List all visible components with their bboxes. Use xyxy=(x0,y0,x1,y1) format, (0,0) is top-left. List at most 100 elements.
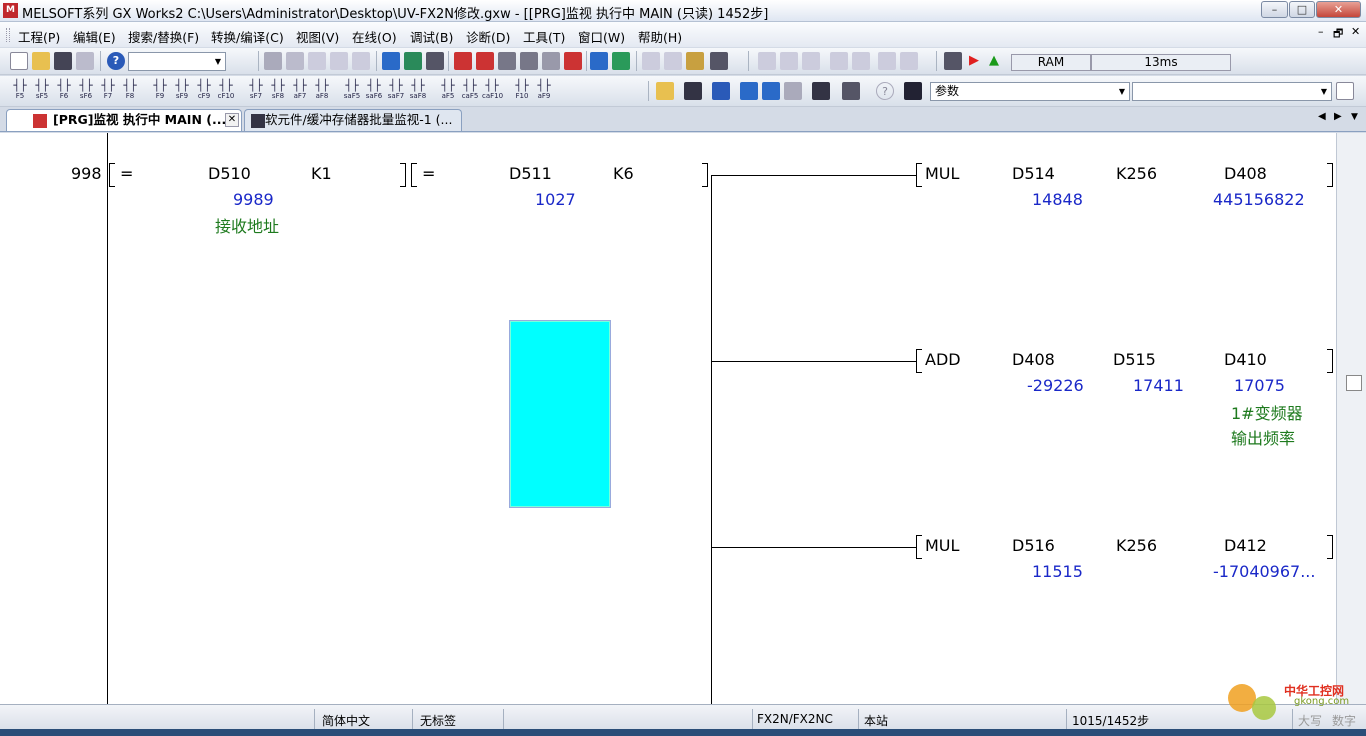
ladder-option2-icon[interactable] xyxy=(900,52,918,70)
menu-online[interactable]: 在线(O) xyxy=(352,27,397,46)
ladder-tool-icon[interactable] xyxy=(852,52,870,70)
close-button[interactable]: ✕ xyxy=(1316,1,1361,18)
instr3-a[interactable]: D516 xyxy=(1012,536,1055,555)
document-icon[interactable] xyxy=(1336,82,1354,100)
binoculars-icon[interactable] xyxy=(904,82,922,100)
mdi-minimize-button[interactable]: – xyxy=(1318,25,1324,38)
ladder-symbol-button[interactable]: ┤├ aF9 xyxy=(534,79,554,100)
chevron-down-icon[interactable]: ▼ xyxy=(1317,83,1331,100)
display-icon[interactable] xyxy=(710,52,728,70)
help-search-combo[interactable]: ▼ xyxy=(128,52,226,71)
contact2-s2[interactable]: K6 xyxy=(613,164,634,183)
ladder-symbol-button[interactable]: ┤├ sF6 xyxy=(76,79,96,100)
run-icon[interactable]: ▶ xyxy=(965,52,983,70)
tab-scroll-left-icon[interactable]: ◀ xyxy=(1318,111,1326,122)
undo-icon[interactable] xyxy=(330,52,348,70)
menu-debug[interactable]: 调试(B) xyxy=(410,27,453,46)
instr2-d[interactable]: D410 xyxy=(1224,350,1267,369)
ladder-symbol-button[interactable]: ┤├ sF7 xyxy=(246,79,266,100)
ladder-symbol-button[interactable]: ┤├ saF7 xyxy=(386,79,406,100)
ladder-symbol-button[interactable]: ┤├ aF7 xyxy=(290,79,310,100)
ladder-cursor[interactable] xyxy=(509,320,611,508)
monitor-start-icon[interactable] xyxy=(520,52,538,70)
ladder-symbol-button[interactable]: ┤├ sF5 xyxy=(32,79,52,100)
menu-help[interactable]: 帮助(H) xyxy=(638,27,682,46)
scrollbar-thumb[interactable] xyxy=(1346,375,1362,391)
chevron-down-icon[interactable]: ▼ xyxy=(1115,83,1129,100)
new-file-icon[interactable] xyxy=(10,52,28,70)
instr1-b[interactable]: K256 xyxy=(1116,164,1157,183)
instr3-b[interactable]: K256 xyxy=(1116,536,1157,555)
ladder-symbol-button[interactable]: ┤├ F6 xyxy=(54,79,74,100)
contact2-s1[interactable]: D511 xyxy=(509,164,552,183)
cross-reference-icon[interactable] xyxy=(784,82,802,100)
ladder-symbol-button[interactable]: ┤├ aF5 xyxy=(438,79,458,100)
instr2-b[interactable]: D515 xyxy=(1113,350,1156,369)
ladder-option-icon[interactable] xyxy=(878,52,896,70)
maximize-button[interactable]: □ xyxy=(1289,1,1315,18)
read-from-plc-icon[interactable] xyxy=(454,52,472,70)
project-window-icon[interactable] xyxy=(656,82,674,100)
menu-convert-compile[interactable]: 转换/编译(C) xyxy=(211,27,284,46)
device-register-monitor-icon[interactable] xyxy=(612,52,630,70)
minimize-button[interactable]: – xyxy=(1261,1,1288,18)
instr3-d[interactable]: D412 xyxy=(1224,536,1267,555)
help-circle-icon[interactable]: ? xyxy=(876,82,894,100)
ladder-symbol-button[interactable]: ┤├ F8 xyxy=(120,79,140,100)
ladder-symbol-button[interactable]: ┤├ saF8 xyxy=(408,79,428,100)
paste-icon[interactable] xyxy=(308,52,326,70)
ladder-symbol-button[interactable]: ┤├ F10 xyxy=(512,79,532,100)
save-icon[interactable] xyxy=(54,52,72,70)
menu-view[interactable]: 视图(V) xyxy=(296,27,339,46)
menu-diagnostics[interactable]: 诊断(D) xyxy=(466,27,510,46)
monitor-stop-icon[interactable] xyxy=(542,52,560,70)
statement-icon[interactable] xyxy=(664,52,682,70)
output-window-icon[interactable] xyxy=(712,82,730,100)
contact-search-icon[interactable] xyxy=(426,52,444,70)
instr2-op[interactable]: ADD xyxy=(925,350,961,369)
vertical-scrollbar[interactable] xyxy=(1336,133,1366,704)
ladder-symbol-button[interactable]: ┤├ sF8 xyxy=(268,79,288,100)
instruction-search-icon[interactable] xyxy=(404,52,422,70)
menu-window[interactable]: 窗口(W) xyxy=(578,27,625,46)
menu-project[interactable]: 工程(P) xyxy=(18,27,60,46)
instr1-op[interactable]: MUL xyxy=(925,164,959,183)
cut-icon[interactable] xyxy=(264,52,282,70)
ladder-symbol-button[interactable]: ┤├ sF9 xyxy=(172,79,192,100)
ladder-symbol-button[interactable]: ┤├ F5 xyxy=(10,79,30,100)
stop-icon[interactable]: ▲ xyxy=(985,52,1003,70)
copy-icon[interactable] xyxy=(286,52,304,70)
ladder-delete-col-icon[interactable] xyxy=(830,52,848,70)
note-icon[interactable] xyxy=(686,52,704,70)
close-tab-icon[interactable]: ✕ xyxy=(225,113,239,127)
device-search-icon[interactable] xyxy=(382,52,400,70)
monitor-view-icon[interactable] xyxy=(812,82,830,100)
help-icon[interactable]: ? xyxy=(107,52,125,70)
mdi-close-button[interactable]: ✕ xyxy=(1351,25,1360,38)
ladder-symbol-button[interactable]: ┤├ caF10 xyxy=(482,79,503,100)
instr1-d[interactable]: D408 xyxy=(1224,164,1267,183)
print-icon[interactable] xyxy=(76,52,94,70)
melsoft-app-icon[interactable]: M xyxy=(3,3,18,18)
watch-window-icon[interactable] xyxy=(740,82,758,100)
contact1-s1[interactable]: D510 xyxy=(208,164,251,183)
ladder-insert-row-icon[interactable] xyxy=(758,52,776,70)
ladder-symbol-button[interactable]: ┤├ cF9 xyxy=(194,79,214,100)
parameter-combo[interactable]: 参数 ▼ xyxy=(930,82,1130,101)
ladder-symbol-button[interactable]: ┤├ saF5 xyxy=(342,79,362,100)
write-to-plc-icon[interactable] xyxy=(476,52,494,70)
ladder-symbol-button[interactable]: ┤├ F9 xyxy=(150,79,170,100)
device-batch-monitor-icon[interactable] xyxy=(590,52,608,70)
mdi-restore-button[interactable]: 🗗 xyxy=(1333,25,1343,44)
redo-icon[interactable] xyxy=(352,52,370,70)
tab-device-batch-monitor[interactable]: 软元件/缓冲存储器批量监视-1 (... xyxy=(244,109,462,131)
ladder-editor-canvas[interactable]: 998 = D510 K1 9989 接收地址 = D511 K6 1027 M… xyxy=(0,133,1336,704)
ladder-symbol-button[interactable]: ┤├ caF5 xyxy=(460,79,480,100)
ladder-symbol-button[interactable]: ┤├ cF10 xyxy=(216,79,236,100)
device-list-icon[interactable] xyxy=(842,82,860,100)
ladder-insert-col-icon[interactable] xyxy=(802,52,820,70)
verify-plc-icon[interactable] xyxy=(498,52,516,70)
plc-remote-icon[interactable] xyxy=(944,52,962,70)
tab-prg-monitor[interactable]: [PRG]监视 执行中 MAIN (... ✕ xyxy=(6,109,242,131)
ladder-symbol-button[interactable]: ┤├ F7 xyxy=(98,79,118,100)
